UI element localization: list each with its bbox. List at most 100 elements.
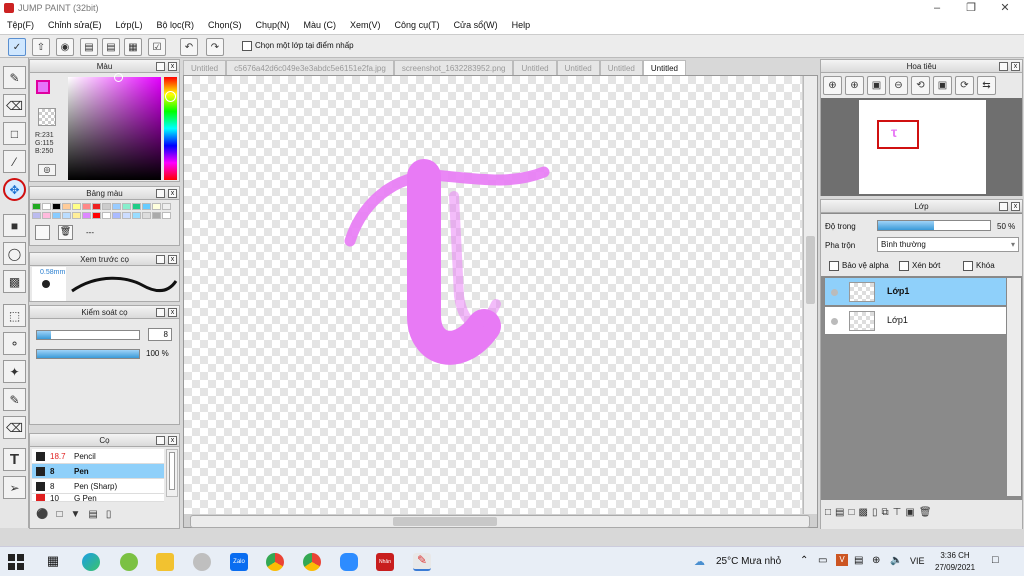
panel-close-icon[interactable]: x [168,189,177,198]
select-eraser-tool-icon[interactable]: ⌫ [3,416,26,439]
palette-swatch[interactable] [162,212,171,219]
menu-file[interactable]: Tệp(F) [0,20,41,30]
tab-png-file[interactable]: screenshot_1632283952.png [393,60,514,75]
brush-size-input[interactable]: 8 [148,328,172,341]
palette-swatch[interactable] [52,203,61,210]
palette-swatch[interactable] [152,203,161,210]
palette-swatch[interactable] [62,203,71,210]
palette-swatch[interactable] [32,212,41,219]
list-item[interactable]: 8 Pen [32,464,164,479]
palette-swatch[interactable] [112,212,121,219]
gradient-tool-icon[interactable]: ▩ [3,270,26,293]
chevron-up-icon[interactable]: ⌃ [800,555,808,566]
saturation-brightness-picker[interactable] [68,77,161,180]
v-scroll-thumb[interactable] [806,236,815,304]
close-button[interactable]: ✕ [988,0,1022,16]
eraser-tool-icon[interactable]: ⌫ [3,94,26,117]
palette-swatch[interactable] [142,203,151,210]
palette-swatch[interactable] [92,212,101,219]
palette-swatch[interactable] [42,212,51,219]
menu-tools[interactable]: Công cụ(T) [388,20,447,30]
tab-untitled-1[interactable]: Untitled [183,60,227,75]
new-palette-icon[interactable] [35,225,50,240]
palette-swatch[interactable] [112,203,121,210]
wifi-icon[interactable]: ⊕ [872,555,880,566]
palette-swatch[interactable] [72,212,81,219]
canvas-vertical-scrollbar[interactable] [803,76,817,514]
volume-icon[interactable]: 🔈 [890,555,902,566]
undock-icon[interactable] [156,62,165,71]
palette-swatch[interactable] [72,203,81,210]
minimize-button[interactable]: – [920,0,954,16]
palette-swatch[interactable] [92,203,101,210]
clipping-checkbox[interactable] [899,261,909,271]
settings-app-icon[interactable] [120,553,138,571]
palette-swatch[interactable] [102,212,111,219]
lock-checkbox[interactable] [963,261,973,271]
panel-close-icon[interactable]: x [1011,62,1020,71]
task-view-icon[interactable]: ▦ [44,553,62,571]
tab-untitled-3[interactable]: Untitled [556,60,600,75]
palette-swatch[interactable] [82,203,91,210]
palette-swatch[interactable] [82,212,91,219]
folder-icon[interactable]: ▯ [106,509,112,520]
menu-capture[interactable]: Chụp(N) [249,20,297,30]
panel-close-icon[interactable]: x [168,62,177,71]
eyedropper-tool-icon[interactable]: ➢ [3,476,26,499]
new-layer-copy-icon[interactable]: ▤ [835,507,844,529]
menu-select[interactable]: Chọn(S) [201,20,249,30]
palette-swatch[interactable] [52,212,61,219]
transparent-swatch[interactable] [38,108,56,126]
flip-icon[interactable]: ⇆ [977,76,996,95]
protect-alpha-checkbox[interactable] [829,261,839,271]
layout-icon[interactable]: ▦ [124,38,142,56]
duplicate-layer-icon[interactable]: ⧉ [882,507,889,529]
export-icon[interactable]: ⇧ [32,38,50,56]
select-layer-checkbox[interactable] [242,41,252,51]
undock-icon[interactable] [999,62,1008,71]
menu-window[interactable]: Cửa sổ(W) [447,20,505,30]
app-icon-gray[interactable] [193,553,211,571]
zoom-app-icon[interactable] [340,553,358,571]
h-scroll-thumb[interactable] [393,517,497,526]
layer-opacity-slider[interactable] [877,220,991,231]
edge-icon[interactable] [82,553,100,571]
brush-size-slider[interactable] [36,330,140,340]
foreground-color-swatch[interactable] [36,80,50,94]
jump-paint-taskbar-icon[interactable]: ✎ [413,553,431,571]
new-vector-layer-icon[interactable]: □ [849,507,855,529]
brush-tip-icon[interactable]: ⚫ [36,509,48,520]
comment-icon[interactable]: ▤ [80,38,98,56]
viewport-rect[interactable] [877,120,919,149]
new-layer-icon[interactable]: □ [825,507,831,529]
sticky-icon[interactable]: ▤ [854,555,863,566]
visibility-icon[interactable] [831,318,838,325]
menu-filter[interactable]: Bộ lọc(R) [149,20,201,30]
zoom-in-icon[interactable]: ⊕ [823,76,842,95]
undock-icon[interactable] [999,202,1008,211]
lasso-tool-icon[interactable]: ⚬ [3,332,26,355]
panel-close-icon[interactable]: x [168,308,177,317]
clear-layer-icon[interactable]: ▣ [905,507,914,529]
palette-swatch[interactable] [102,203,111,210]
clock[interactable]: 3:36 CH 27/09/2021 [935,550,975,574]
speech-bubble-icon[interactable]: ◉ [56,38,74,56]
chrome-icon[interactable] [266,553,284,571]
brush-tool-icon[interactable]: ✎ [3,66,26,89]
layer-row-selected[interactable]: Lớp1 [824,277,1007,306]
undock-icon[interactable] [156,189,165,198]
tab-untitled-2[interactable]: Untitled [513,60,557,75]
new-halftone-layer-icon[interactable]: ▩ [859,507,868,529]
new-folder-icon[interactable]: ▯ [872,507,878,529]
undock-icon[interactable] [156,255,165,264]
palette-swatch[interactable] [122,212,131,219]
visibility-icon[interactable] [831,289,838,296]
blend-mode-select[interactable]: Bình thường ▾ [877,237,1019,252]
select-layer-option[interactable]: Chọn một lớp tại điểm nhấp [242,41,354,51]
panel-close-icon[interactable]: x [168,255,177,264]
chrome-icon[interactable] [303,553,321,571]
list-item[interactable]: 8 Pen (Sharp) [32,479,164,494]
fill-rect-tool-icon[interactable]: ■ [3,214,26,237]
zoom-fit-icon[interactable]: ⊕ [845,76,864,95]
layer-row[interactable]: Lớp1 [824,306,1007,335]
